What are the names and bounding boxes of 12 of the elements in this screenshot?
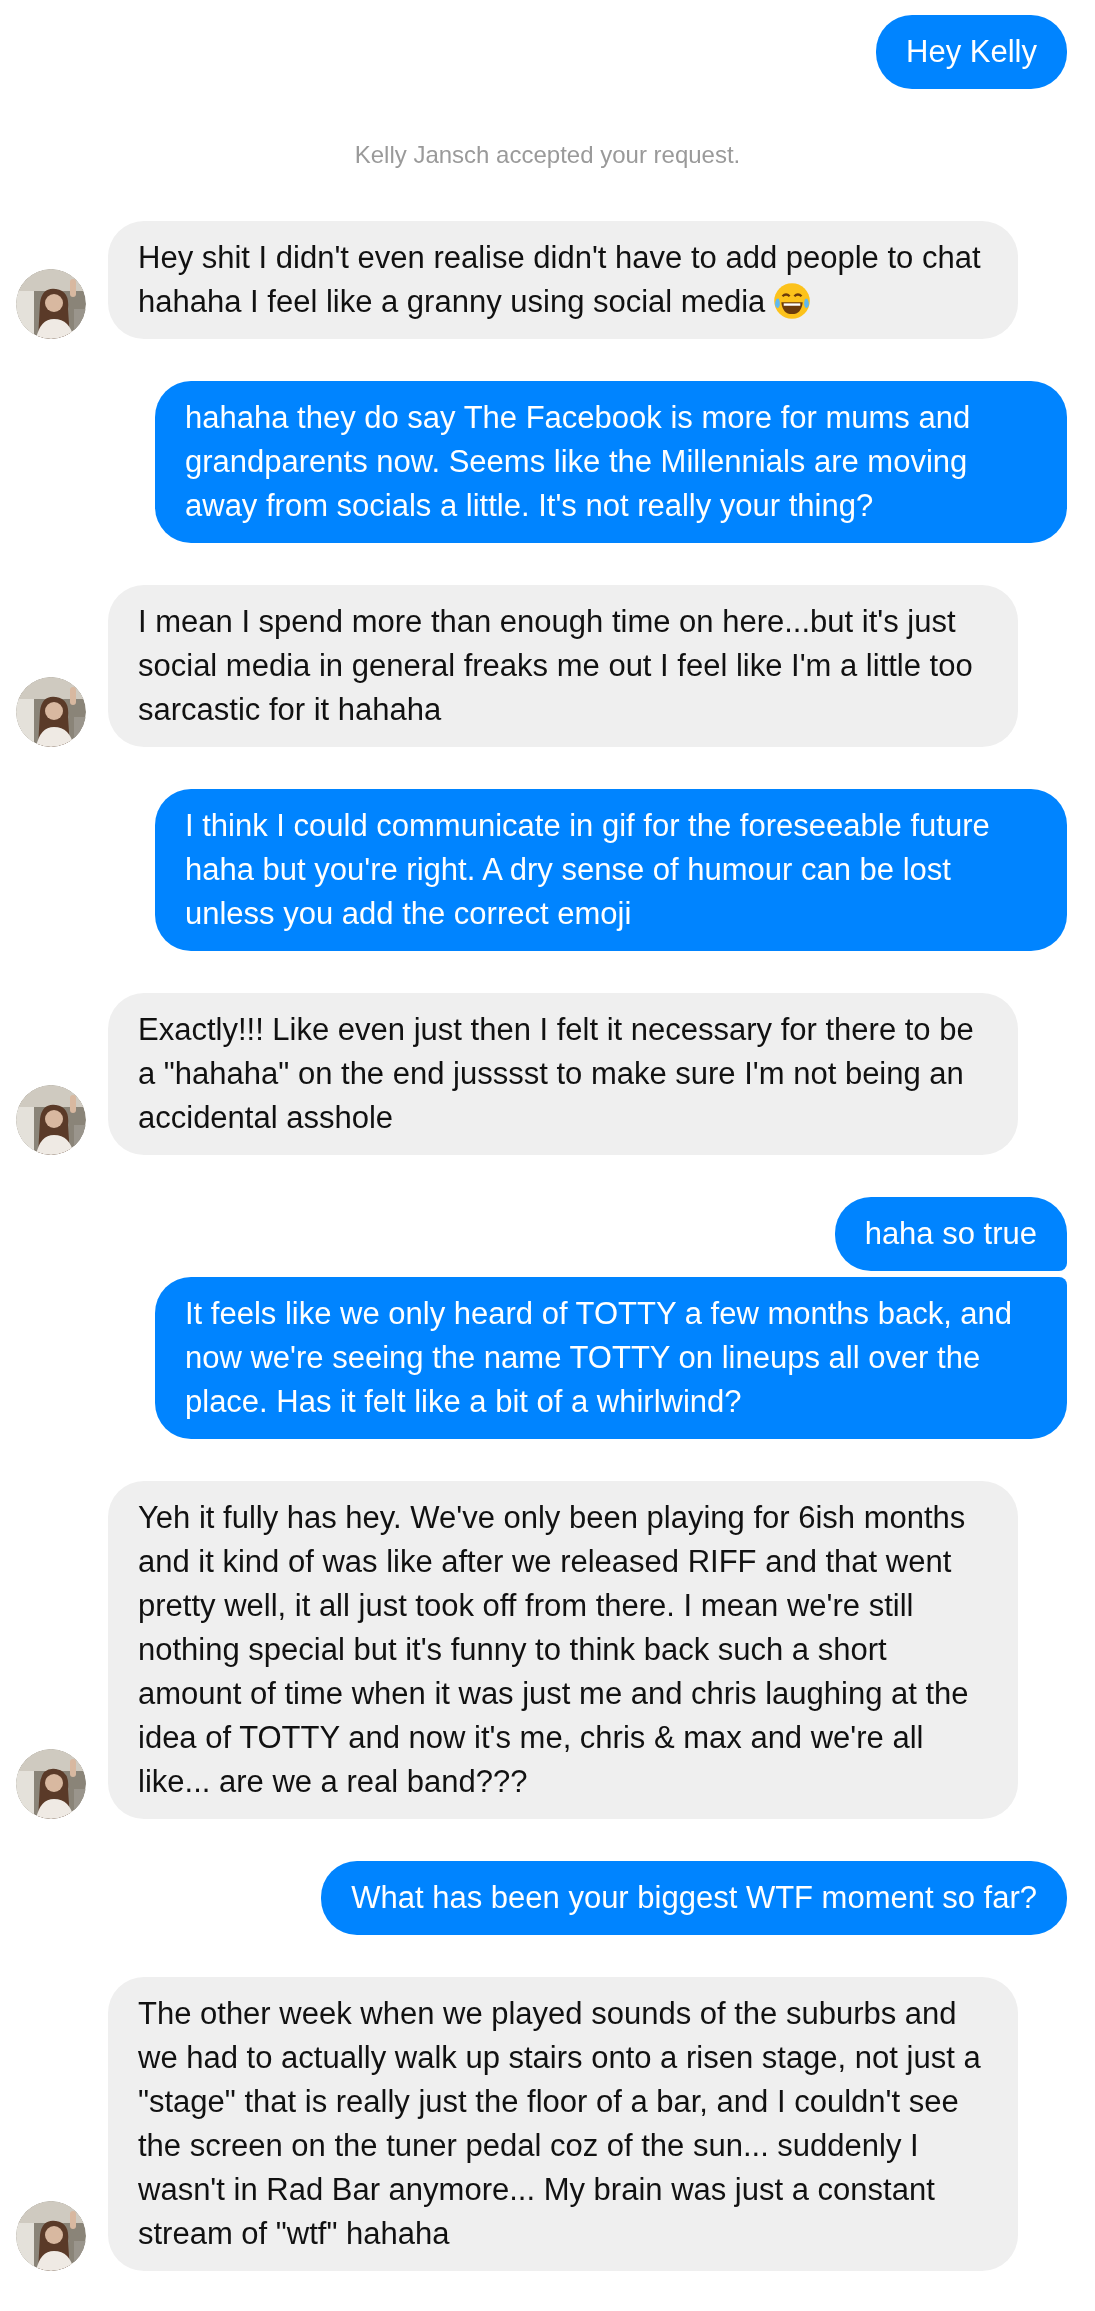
sent-message: Hey Kelly xyxy=(876,15,1067,89)
system-notice: Kelly Jansch accepted your request. xyxy=(354,140,741,170)
received-message: Hey shit I didn't even realise didn't have to add people to chat hahaha I feel like a granny using social media xyxy=(108,221,1018,339)
sent-message: I think I could communicate in gif for the foreseeable future haha but you're right. A dry sense of humour can be lost unless you add the correct emoji xyxy=(155,789,1067,951)
received-message: I mean I spend more than enough time on here...but it's just social media in general freaks me out I feel like I'm a little too sarcastic for it hahaha xyxy=(108,585,1018,747)
sent-message: haha so true xyxy=(834,1197,1067,1271)
received-message: Yeh it fully has hey. We've only been playing for 6ish months and it kind of was like after we released RIFF and that went pretty well, it all just took off from there. I mean we're still nothing special but it's funny to think back such a short amount of time when it was just me and chris laughing at the idea of TOTTY and now it's me, chris & max and we're all like... are we a real band??? xyxy=(108,1481,1018,1819)
received-message: Exactly!!! Like even just then I felt it necessary for there to be a "hahaha" on the end jusssst to make sure I'm not being an accidental asshole xyxy=(108,993,1018,1155)
sent-message: hahaha they do say The Facebook is more for mums and grandparents now. Seems like the Millennials are moving away from socials a little. It's not really your thing? xyxy=(155,381,1067,543)
sent-message: What has been your biggest WTF moment so far? xyxy=(321,1861,1067,1935)
received-message: The other week when we played sounds of the suburbs and we had to actually walk up stairs onto a risen stage, not just a "stage" that is really just the floor of a bar, and I couldn't see the screen on the tuner pedal coz of the sun... suddenly I wasn't in Rad Bar anymore... My brain was just a constant stream of "wtf" hahaha xyxy=(108,1977,1018,2271)
sent-message: It feels like we only heard of TOTTY a few months back, and now we're seeing the name TOTTY on lineups all over the place. Has it felt like a bit of a whirlwind? xyxy=(155,1277,1067,1439)
